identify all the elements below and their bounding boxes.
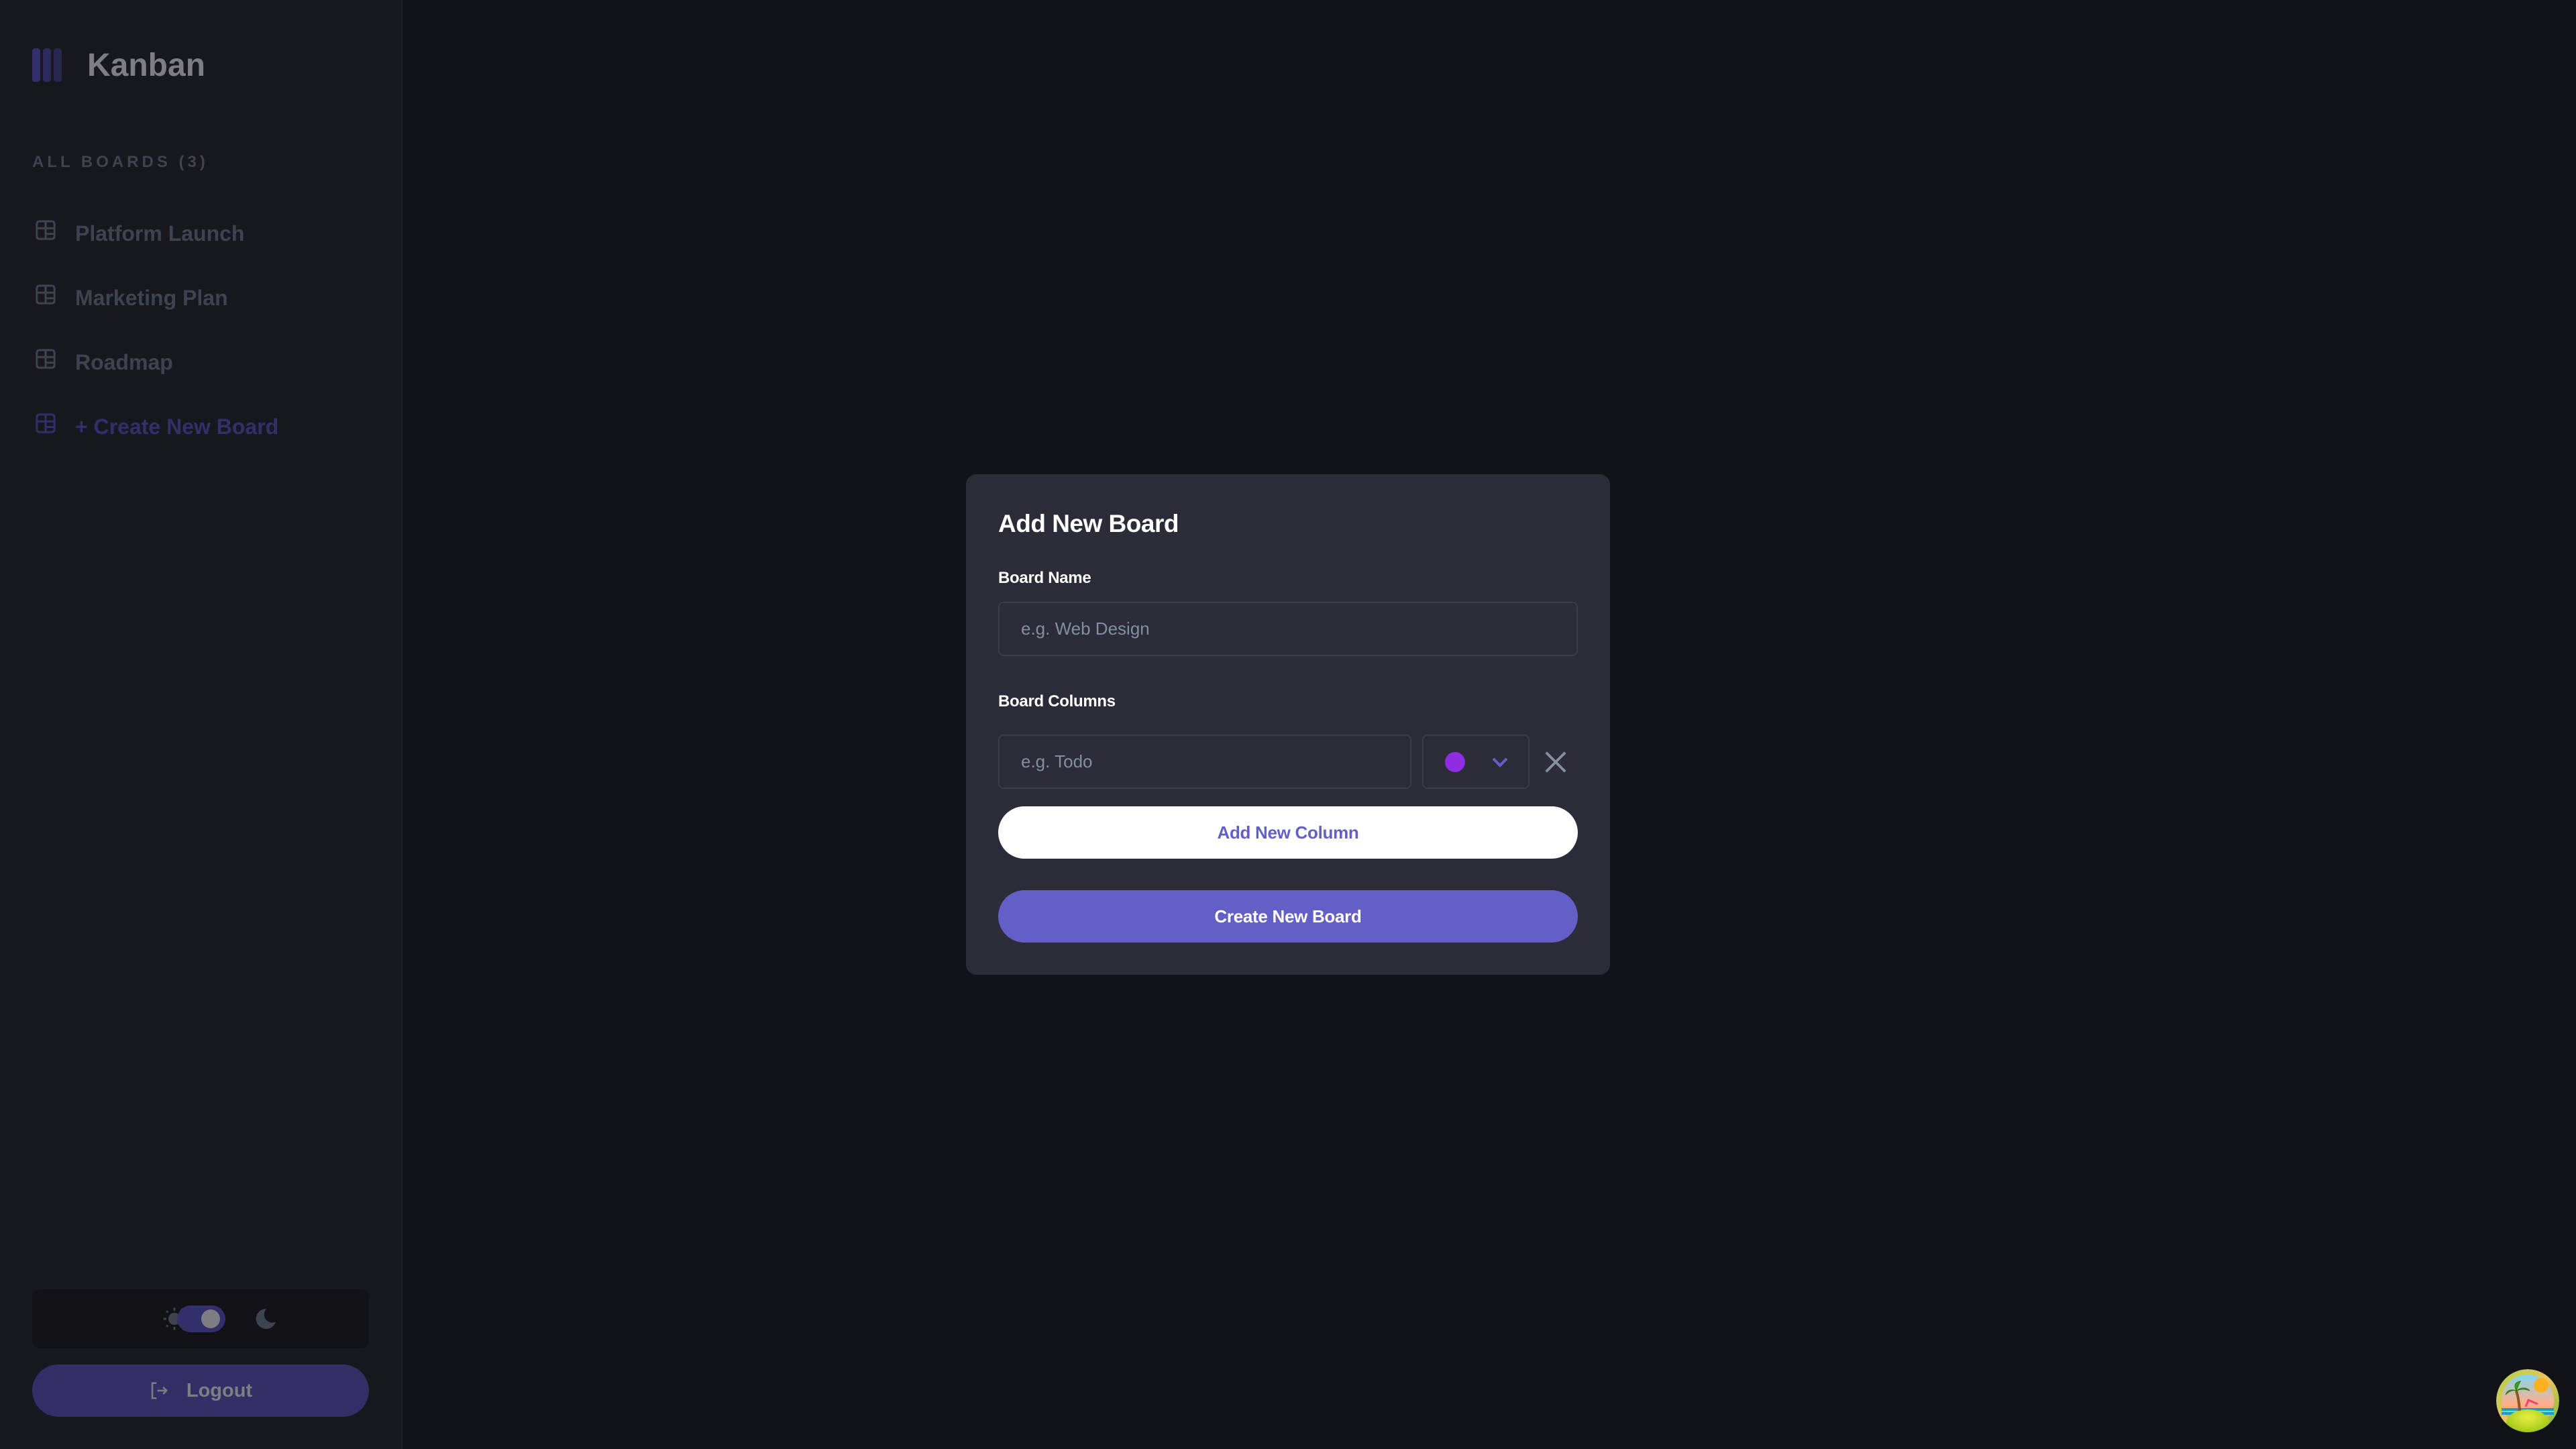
board-icon — [36, 349, 56, 369]
all-boards-heading: ALL BOARDS (3) — [32, 153, 209, 171]
create-new-board-label: + Create New Board — [75, 414, 279, 439]
create-new-board-label: Create New Board — [1214, 906, 1362, 926]
board-icon — [36, 284, 56, 305]
column-name-input[interactable] — [998, 735, 1411, 789]
theme-toggle[interactable] — [177, 1305, 225, 1332]
color-swatch — [1445, 752, 1465, 772]
add-new-column-button[interactable]: Add New Column — [998, 806, 1578, 859]
tropical-island-avatar-icon — [2496, 1369, 2559, 1432]
theme-switcher — [32, 1289, 369, 1348]
logout-label: Logout — [186, 1379, 253, 1401]
toggle-knob — [201, 1309, 220, 1328]
app-logo[interactable]: Kanban — [32, 48, 205, 83]
sidebar: Kanban ALL BOARDS (3) Platform Launch Ma… — [0, 0, 402, 1449]
board-name-input[interactable] — [998, 602, 1578, 656]
sidebar-item-label: Platform Launch — [75, 221, 245, 246]
modal-title: Add New Board — [998, 510, 1179, 537]
add-new-column-label: Add New Column — [1217, 822, 1359, 843]
kanban-logo-icon — [32, 48, 64, 82]
board-name-label: Board Name — [998, 569, 1091, 587]
add-board-modal: Add New Board Board Name Board Columns A… — [966, 474, 1610, 975]
board-list: Platform Launch Marketing Plan Roadmap +… — [0, 201, 401, 459]
close-icon[interactable] — [1543, 749, 1568, 775]
board-columns-label: Board Columns — [998, 692, 1116, 710]
board-icon — [36, 413, 56, 433]
column-color-select[interactable] — [1422, 735, 1529, 789]
sidebar-item-roadmap[interactable]: Roadmap — [0, 330, 401, 394]
sidebar-item-label: Marketing Plan — [75, 285, 228, 310]
app-title: Kanban — [87, 48, 206, 83]
logout-button[interactable]: Logout — [32, 1364, 369, 1417]
user-avatar[interactable] — [2496, 1369, 2559, 1432]
moon-icon — [256, 1308, 276, 1329]
logout-icon — [151, 1382, 168, 1399]
create-new-board-link[interactable]: + Create New Board — [0, 394, 401, 459]
board-icon — [36, 220, 56, 240]
create-new-board-button[interactable]: Create New Board — [998, 890, 1578, 943]
sidebar-item-marketing-plan[interactable]: Marketing Plan — [0, 266, 401, 330]
sidebar-item-label: Roadmap — [75, 350, 173, 374]
chevron-down-icon — [1492, 757, 1508, 767]
sidebar-item-platform-launch[interactable]: Platform Launch — [0, 201, 401, 266]
